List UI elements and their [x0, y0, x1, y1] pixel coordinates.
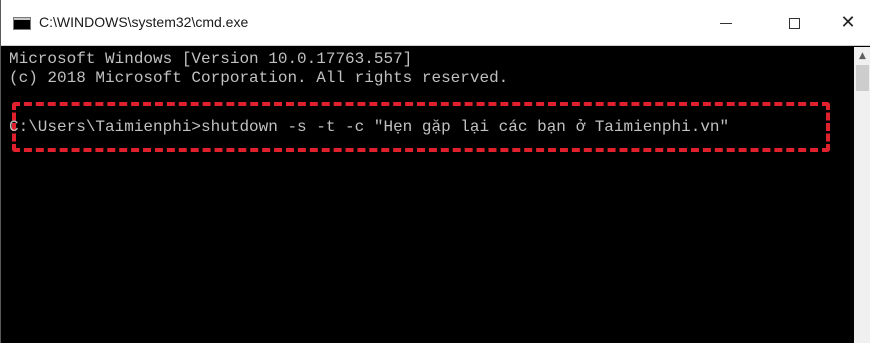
- console-line-version: Microsoft Windows [Version 10.0.17763.55…: [9, 50, 413, 68]
- minimize-button[interactable]: [703, 0, 749, 46]
- console-line-copyright: (c) 2018 Microsoft Corporation. All righ…: [9, 69, 509, 87]
- console-line-command: C:\Users\Taimienphi>shutdown -s -t -c "H…: [9, 118, 730, 136]
- scroll-up-icon[interactable]: ▲: [854, 47, 870, 64]
- cmd-icon[interactable]: [13, 17, 31, 30]
- window-title: C:\WINDOWS\system32\cmd.exe: [39, 14, 249, 30]
- cmd-icon-bar: [14, 18, 30, 20]
- maximize-button[interactable]: [771, 0, 817, 46]
- scroll-thumb[interactable]: [856, 65, 869, 91]
- cmd-window: C:\WINDOWS\system32\cmd.exe ✕ Microsoft …: [0, 0, 870, 343]
- title-bar[interactable]: C:\WINDOWS\system32\cmd.exe ✕: [1, 0, 870, 46]
- console-output[interactable]: Microsoft Windows [Version 10.0.17763.55…: [9, 47, 854, 343]
- minimize-icon: [720, 22, 732, 24]
- close-button[interactable]: ✕: [825, 0, 870, 46]
- vertical-scrollbar[interactable]: ▲: [854, 47, 870, 343]
- close-icon: ✕: [840, 12, 856, 33]
- maximize-icon: [788, 17, 800, 29]
